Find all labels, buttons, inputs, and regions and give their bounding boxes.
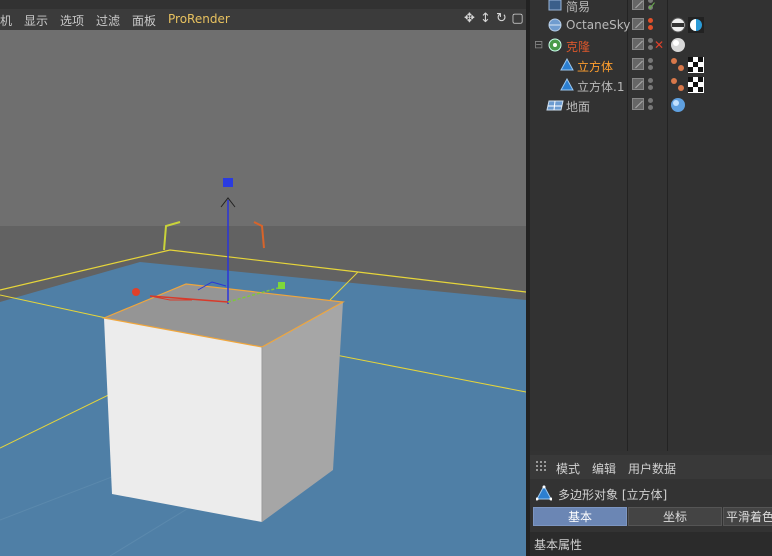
cube-front-face[interactable] [104,318,262,522]
object-row[interactable]: 地面 [530,95,772,115]
maximize-view-icon[interactable]: ▢ [511,11,524,26]
object-row[interactable]: ⊟ 克隆 ✕ [530,35,772,55]
view-nav-icons: ✥ ↕ ↻ ▢ [463,11,524,26]
cube-icon [560,57,574,72]
object-name[interactable]: 克隆 [566,38,590,55]
subtab-basic[interactable]: 基本 [533,507,627,526]
menu-camera[interactable]: 机 [0,12,12,29]
subtab-phong[interactable]: 平滑着色(Phong) [723,507,772,526]
visibility-dots[interactable] [648,38,653,50]
menu-prorender[interactable]: ProRender [168,12,230,26]
editor-visibility-flag[interactable] [632,0,644,10]
cube-icon [560,77,574,92]
attribute-subtabs: 基本 坐标 平滑着色(Phong) [530,507,772,528]
visibility-dots[interactable] [648,58,653,70]
object-flags[interactable] [632,58,653,72]
object-manager: 简易 ✓ OctaneSky ⊟ 克隆 ✕ 立方体 立方体.1 地面 [530,0,772,451]
material-tag-icon[interactable] [670,97,686,113]
3d-scene[interactable] [0,30,526,556]
object-flags[interactable] [632,18,653,32]
right-panel: 简易 ✓ OctaneSky ⊟ 克隆 ✕ 立方体 立方体.1 地面 模式 编辑… [530,0,772,556]
menu-grip-icon[interactable] [536,461,548,473]
disabled-x-icon[interactable]: ✕ [654,38,670,54]
menu-panel[interactable]: 面板 [132,12,156,29]
object-row[interactable]: 立方体.1 [530,75,772,95]
checker-material-icon[interactable] [688,57,704,73]
object-flags[interactable] [632,78,653,92]
phong-tag-icon[interactable] [670,77,686,93]
menu-options[interactable]: 选项 [60,12,84,29]
object-name[interactable]: OctaneSky [566,18,630,32]
object-row[interactable]: OctaneSky [530,15,772,35]
z-axis-cap[interactable] [278,282,285,289]
viewport-menubar: 机 显示 选项 过滤 面板 ProRender ✥ ↕ ↻ ▢ [0,9,526,30]
y-axis-cap[interactable] [223,178,233,187]
attribute-manager: 模式 编辑 用户数据 多边形对象 [立方体] 基本 坐标 平滑着色(Phong)… [530,455,772,556]
tab-edit[interactable]: 编辑 [592,460,616,477]
editor-visibility-flag[interactable] [632,98,644,110]
background-upper [0,30,526,226]
tab-user-data[interactable]: 用户数据 [628,460,676,477]
object-type-label: 多边形对象 [立方体] [558,488,668,502]
attribute-object-title: 多边形对象 [立方体] [530,483,772,503]
floor-icon [546,98,564,112]
environment-tag-icon[interactable] [670,17,686,33]
checkmark-icon[interactable]: ✓ [647,0,663,15]
tab-mode[interactable]: 模式 [556,460,580,477]
subtab-coordinates[interactable]: 坐标 [628,507,722,526]
object-row[interactable]: 简易 ✓ [530,0,772,15]
section-title: 基本属性 [534,538,583,552]
editor-visibility-flag[interactable] [632,38,644,50]
x-axis-cap[interactable] [132,288,140,296]
viewport[interactable]: 机 显示 选项 过滤 面板 ProRender ✥ ↕ ↻ ▢ [0,0,526,556]
sky-icon [548,18,562,32]
section-header: 基本属性 [530,532,772,556]
object-flags[interactable] [632,98,653,112]
visibility-dots[interactable] [648,18,653,30]
editor-visibility-flag[interactable] [632,58,644,70]
polygon-object-icon [535,484,553,504]
cloner-icon [548,38,562,52]
octane-tag-icon[interactable] [688,17,704,33]
object-name[interactable]: 地面 [566,98,590,115]
object-name[interactable]: 立方体 [577,58,613,75]
menu-filter[interactable]: 过滤 [96,12,120,29]
attribute-tabs: 模式 编辑 用户数据 [530,455,772,479]
visibility-dots[interactable] [648,98,653,110]
editor-visibility-flag[interactable] [632,78,644,90]
object-row[interactable]: 立方体 [530,55,772,75]
menu-display[interactable]: 显示 [24,12,48,29]
phong-tag-icon[interactable] [670,57,686,73]
move-view-icon[interactable]: ✥ [463,11,476,26]
object-name[interactable]: 简易 [566,0,590,15]
visibility-dots[interactable] [648,78,653,90]
editor-visibility-flag[interactable] [632,18,644,30]
deformer-icon [548,0,562,12]
rotate-view-icon[interactable]: ↻ [495,11,508,26]
viewport-top-strip [0,0,526,9]
checker-material-icon[interactable] [688,77,704,93]
material-tag-icon[interactable] [670,37,686,53]
collapse-toggle-icon[interactable]: ⊟ [534,38,543,51]
object-name[interactable]: 立方体.1 [577,78,624,95]
zoom-view-icon[interactable]: ↕ [479,11,492,26]
object-flags[interactable] [632,38,653,52]
